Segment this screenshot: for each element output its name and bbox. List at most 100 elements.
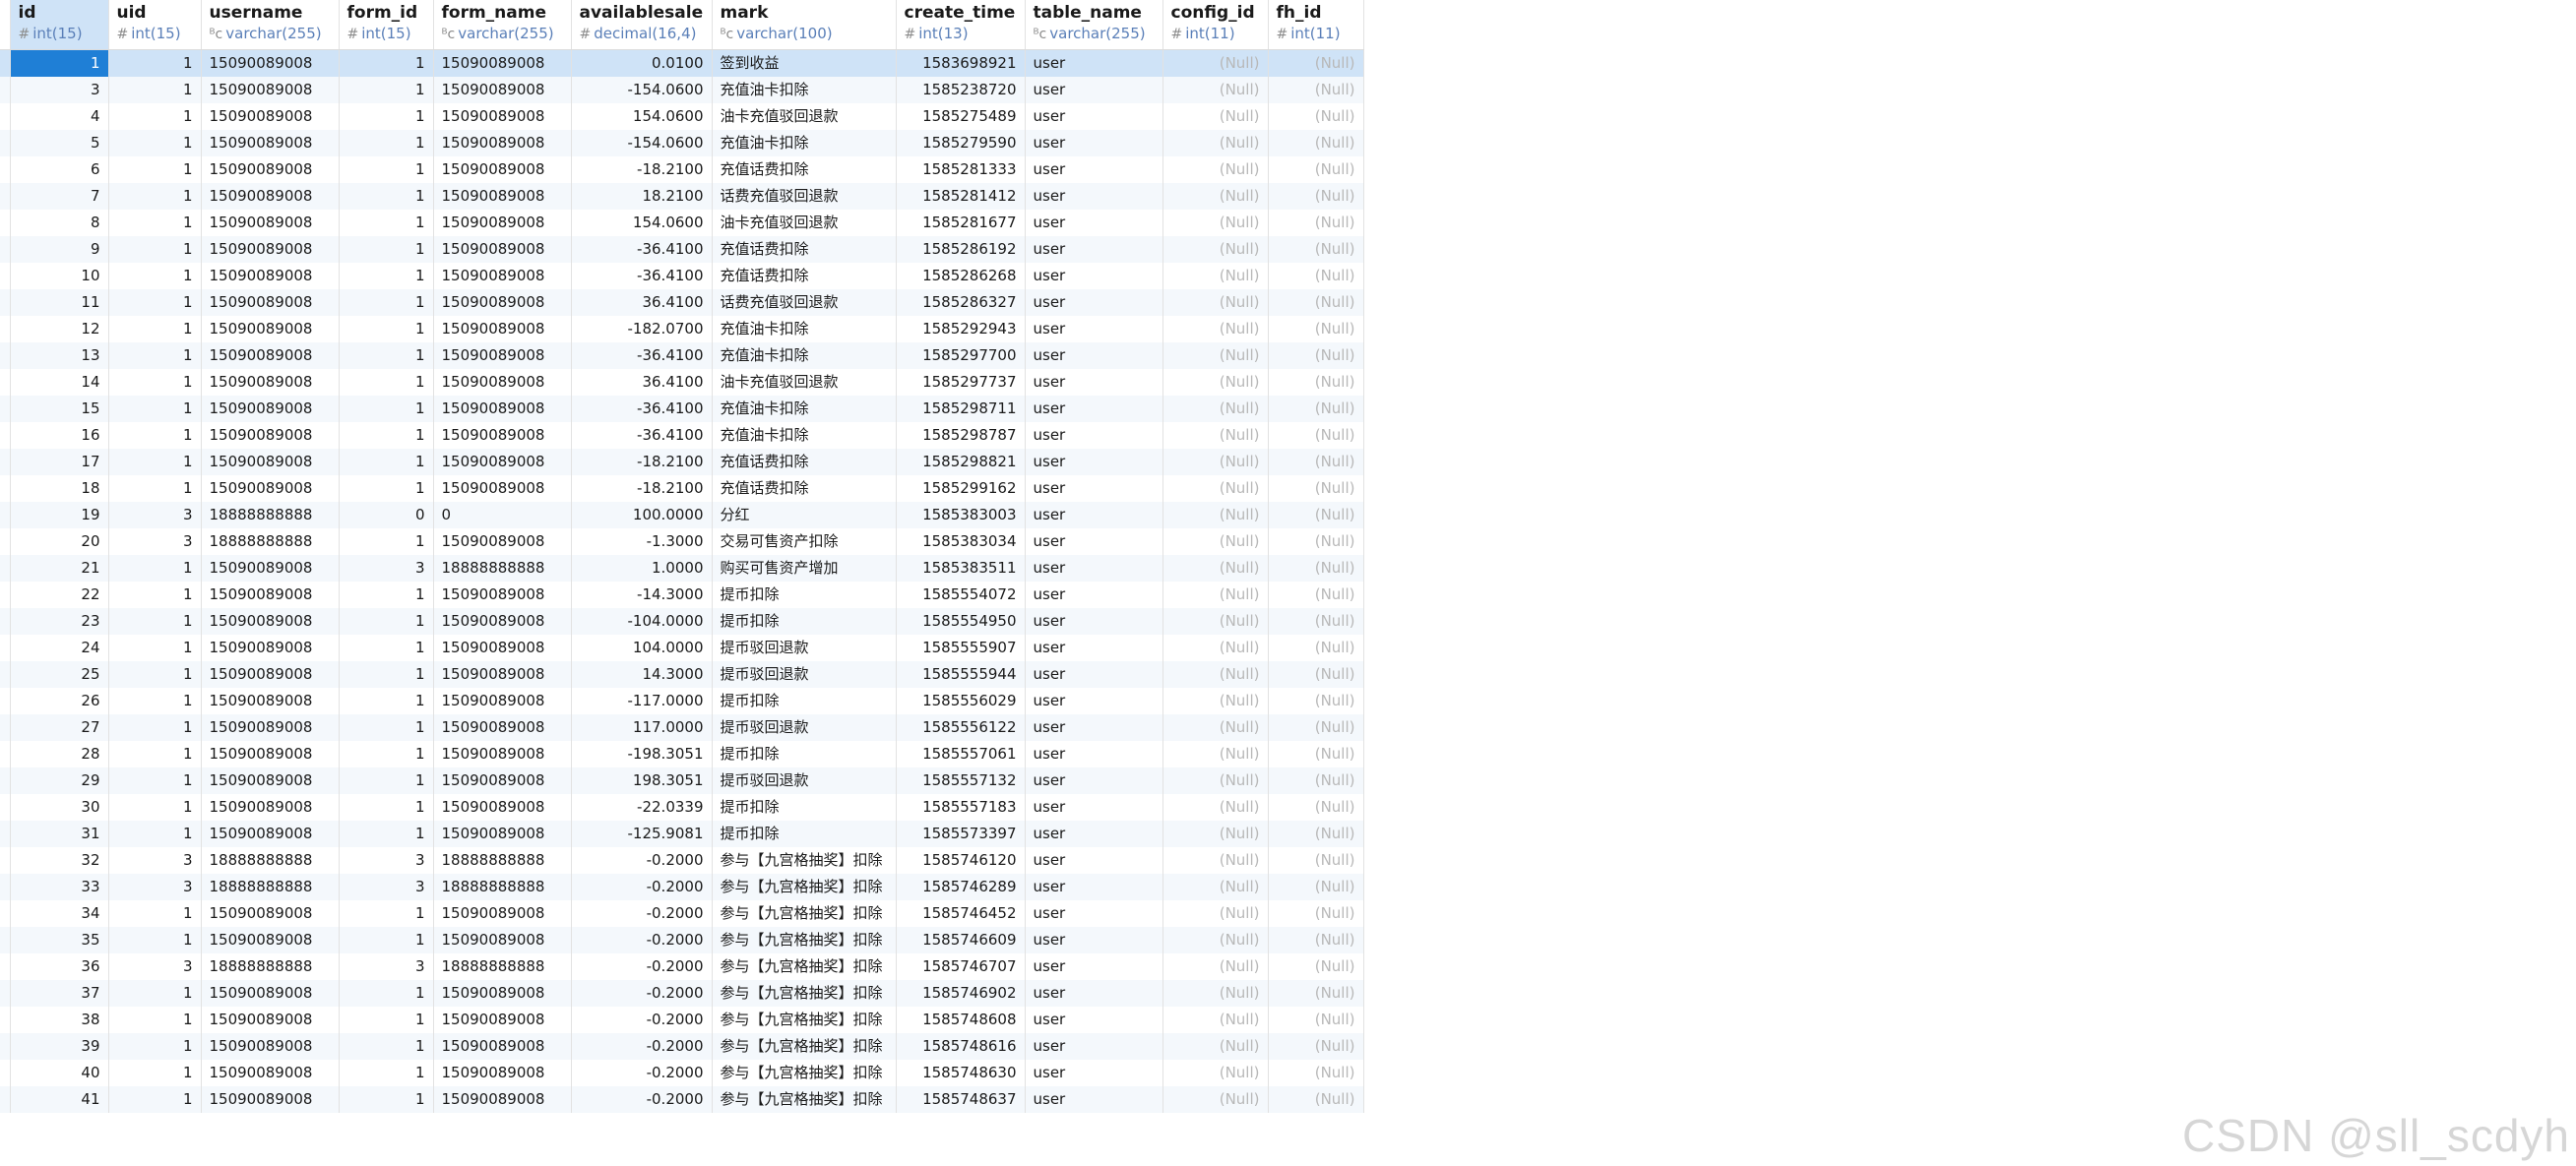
- table-row[interactable]: 41 1 15090089008 1 15090089008 -0.2000 参与【九宫格抽…: [0, 1086, 1364, 1113]
- cell-availablesale[interactable]: -14.3000: [571, 582, 713, 608]
- cell-fh-id[interactable]: (Null): [1268, 369, 1364, 396]
- cell-table-name[interactable]: user: [1025, 103, 1163, 130]
- cell-username[interactable]: 15090089008: [201, 582, 340, 608]
- cell-uid[interactable]: 1: [108, 236, 202, 263]
- cell-form-name[interactable]: 15090089008: [433, 528, 572, 555]
- cell-uid[interactable]: 3: [108, 502, 202, 528]
- cell-uid[interactable]: 3: [108, 953, 202, 980]
- table-row[interactable]: 14 1 15090089008 1 15090089008 36.4100 油卡充值驳回退…: [0, 369, 1364, 396]
- cell-fh-id[interactable]: (Null): [1268, 396, 1364, 422]
- table-row[interactable]: 29 1 15090089008 1 15090089008 198.3051 提币驳回退款…: [0, 767, 1364, 794]
- cell-fh-id[interactable]: (Null): [1268, 555, 1364, 582]
- cell-table-name[interactable]: user: [1025, 369, 1163, 396]
- cell-uid[interactable]: 1: [108, 1060, 202, 1086]
- cell-username[interactable]: 15090089008: [201, 396, 340, 422]
- cell-form-name[interactable]: 15090089008: [433, 900, 572, 927]
- cell-uid[interactable]: 1: [108, 1033, 202, 1060]
- row-marker[interactable]: [0, 396, 11, 422]
- cell-create-time[interactable]: 1585238720: [896, 77, 1026, 103]
- cell-mark[interactable]: 充值话费扣除: [712, 263, 897, 289]
- cell-table-name[interactable]: user: [1025, 767, 1163, 794]
- cell-form-name[interactable]: 15090089008: [433, 714, 572, 741]
- cell-mark[interactable]: 充值油卡扣除: [712, 342, 897, 369]
- cell-form-id[interactable]: 3: [339, 847, 434, 874]
- cell-form-name[interactable]: 15090089008: [433, 741, 572, 767]
- cell-table-name[interactable]: user: [1025, 635, 1163, 661]
- row-marker[interactable]: [0, 714, 11, 741]
- row-marker[interactable]: [0, 289, 11, 316]
- row-marker[interactable]: [0, 1086, 11, 1113]
- cell-config-id[interactable]: (Null): [1162, 236, 1269, 263]
- cell-form-id[interactable]: 3: [339, 555, 434, 582]
- row-marker[interactable]: [0, 422, 11, 449]
- cell-fh-id[interactable]: (Null): [1268, 1086, 1364, 1113]
- row-marker[interactable]: [0, 449, 11, 475]
- cell-create-time[interactable]: 1585275489: [896, 103, 1026, 130]
- cell-config-id[interactable]: (Null): [1162, 582, 1269, 608]
- cell-mark[interactable]: 提币扣除: [712, 582, 897, 608]
- cell-username[interactable]: 15090089008: [201, 316, 340, 342]
- data-table[interactable]: id # int(15) uid # int(15) username ᴮc varchar(2…: [0, 0, 1364, 1113]
- cell-form-id[interactable]: 1: [339, 714, 434, 741]
- cell-form-name[interactable]: 15090089008: [433, 263, 572, 289]
- cell-fh-id[interactable]: (Null): [1268, 422, 1364, 449]
- cell-create-time[interactable]: 1585297737: [896, 369, 1026, 396]
- cell-config-id[interactable]: (Null): [1162, 156, 1269, 183]
- cell-config-id[interactable]: (Null): [1162, 900, 1269, 927]
- cell-fh-id[interactable]: (Null): [1268, 342, 1364, 369]
- cell-form-name[interactable]: 0: [433, 502, 572, 528]
- cell-create-time[interactable]: 1585555907: [896, 635, 1026, 661]
- cell-fh-id[interactable]: (Null): [1268, 874, 1364, 900]
- cell-id[interactable]: 25: [10, 661, 109, 688]
- cell-create-time[interactable]: 1585279590: [896, 130, 1026, 156]
- cell-id[interactable]: 28: [10, 741, 109, 767]
- cell-mark[interactable]: 充值话费扣除: [712, 236, 897, 263]
- cell-availablesale[interactable]: -198.3051: [571, 741, 713, 767]
- cell-create-time[interactable]: 1585556029: [896, 688, 1026, 714]
- cell-create-time[interactable]: 1585383511: [896, 555, 1026, 582]
- cell-form-id[interactable]: 1: [339, 661, 434, 688]
- cell-fh-id[interactable]: (Null): [1268, 927, 1364, 953]
- cell-table-name[interactable]: user: [1025, 874, 1163, 900]
- cell-form-id[interactable]: 0: [339, 502, 434, 528]
- table-row[interactable]: 8 1 15090089008 1 15090089008 154.0600 油卡充值驳回退…: [0, 210, 1364, 236]
- cell-table-name[interactable]: user: [1025, 342, 1163, 369]
- cell-form-name[interactable]: 15090089008: [433, 103, 572, 130]
- cell-form-name[interactable]: 15090089008: [433, 1007, 572, 1033]
- cell-config-id[interactable]: (Null): [1162, 316, 1269, 342]
- column-header-id[interactable]: id # int(15): [10, 0, 109, 50]
- cell-mark[interactable]: 油卡充值驳回退款: [712, 210, 897, 236]
- cell-create-time[interactable]: 1585281412: [896, 183, 1026, 210]
- cell-form-id[interactable]: 3: [339, 874, 434, 900]
- cell-form-id[interactable]: 1: [339, 927, 434, 953]
- cell-table-name[interactable]: user: [1025, 49, 1163, 77]
- cell-table-name[interactable]: user: [1025, 396, 1163, 422]
- cell-create-time[interactable]: 1585298787: [896, 422, 1026, 449]
- cell-create-time[interactable]: 1585748637: [896, 1086, 1026, 1113]
- cell-config-id[interactable]: (Null): [1162, 927, 1269, 953]
- cell-config-id[interactable]: (Null): [1162, 821, 1269, 847]
- row-marker[interactable]: [0, 953, 11, 980]
- cell-table-name[interactable]: user: [1025, 1060, 1163, 1086]
- cell-create-time[interactable]: 1585746452: [896, 900, 1026, 927]
- cell-uid[interactable]: 1: [108, 49, 202, 77]
- cell-id[interactable]: 22: [10, 582, 109, 608]
- cell-username[interactable]: 15090089008: [201, 369, 340, 396]
- cell-config-id[interactable]: (Null): [1162, 449, 1269, 475]
- cell-uid[interactable]: 1: [108, 794, 202, 821]
- cell-fh-id[interactable]: (Null): [1268, 502, 1364, 528]
- cell-config-id[interactable]: (Null): [1162, 369, 1269, 396]
- cell-fh-id[interactable]: (Null): [1268, 449, 1364, 475]
- cell-form-id[interactable]: 1: [339, 236, 434, 263]
- cell-form-id[interactable]: 1: [339, 1060, 434, 1086]
- row-marker[interactable]: [0, 316, 11, 342]
- cell-form-id[interactable]: 1: [339, 396, 434, 422]
- cell-table-name[interactable]: user: [1025, 1086, 1163, 1113]
- cell-form-name[interactable]: 15090089008: [433, 183, 572, 210]
- cell-id[interactable]: 11: [10, 289, 109, 316]
- column-header-form-id[interactable]: form_id # int(15): [339, 0, 434, 50]
- cell-form-id[interactable]: 1: [339, 767, 434, 794]
- cell-availablesale[interactable]: -0.2000: [571, 927, 713, 953]
- cell-availablesale[interactable]: -0.2000: [571, 900, 713, 927]
- cell-create-time[interactable]: 1585557183: [896, 794, 1026, 821]
